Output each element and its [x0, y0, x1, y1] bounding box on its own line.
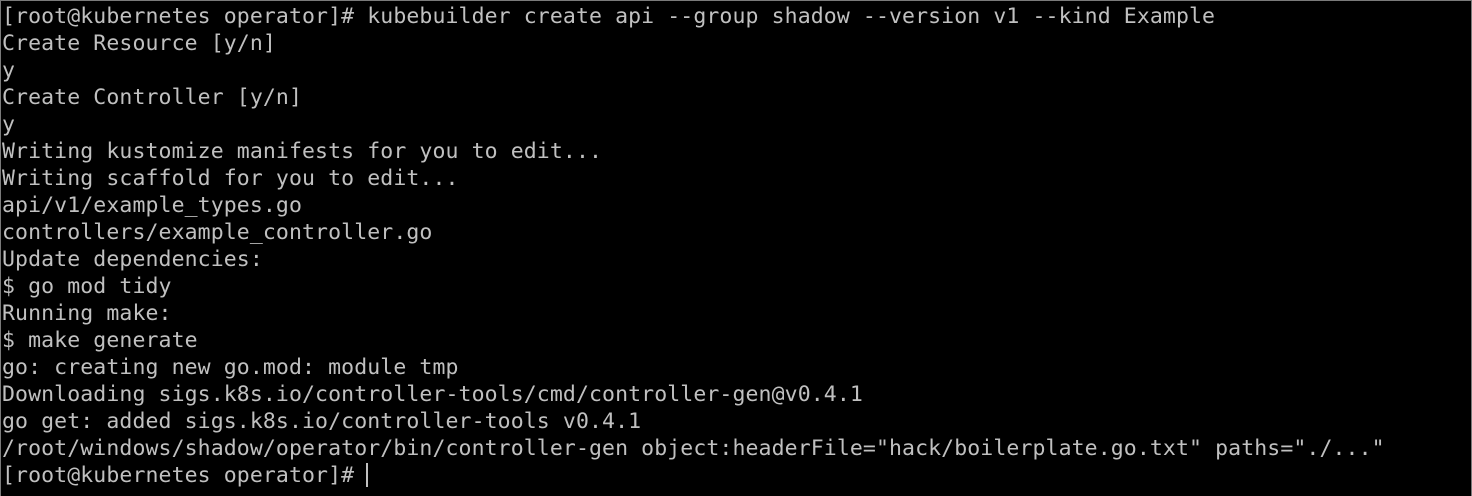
prompt-line[interactable]: [root@kubernetes operator]#: [2, 462, 1471, 489]
terminal-line: y: [2, 58, 16, 83]
terminal-line: Update dependencies:: [2, 247, 263, 272]
terminal-line: $ go mod tidy: [2, 274, 172, 299]
shell-prompt: [root@kubernetes operator]#: [2, 463, 355, 488]
terminal-line: y: [2, 112, 16, 137]
terminal-line: [root@kubernetes operator]# kubebuilder …: [2, 4, 1216, 29]
terminal-line: Writing kustomize manifests for you to e…: [2, 139, 603, 164]
text-cursor: [366, 463, 369, 487]
terminal-line: Writing scaffold for you to edit...: [2, 166, 459, 191]
terminal-line: Downloading sigs.k8s.io/controller-tools…: [2, 382, 863, 407]
terminal-line: $ make generate: [2, 328, 198, 353]
terminal-line: Create Controller [y/n]: [2, 85, 303, 110]
terminal-line: /root/windows/shadow/operator/bin/contro…: [2, 436, 1385, 461]
terminal-line: Running make:: [2, 301, 172, 326]
terminal-window[interactable]: [root@kubernetes operator]# kubebuilder …: [0, 0, 1472, 496]
terminal-line: api/v1/example_types.go: [2, 193, 303, 218]
terminal-line: go: creating new go.mod: module tmp: [2, 355, 459, 380]
terminal-line: controllers/example_controller.go: [2, 220, 433, 245]
terminal-line: Create Resource [y/n]: [2, 31, 276, 56]
terminal-line: go get: added sigs.k8s.io/controller-too…: [2, 409, 642, 434]
